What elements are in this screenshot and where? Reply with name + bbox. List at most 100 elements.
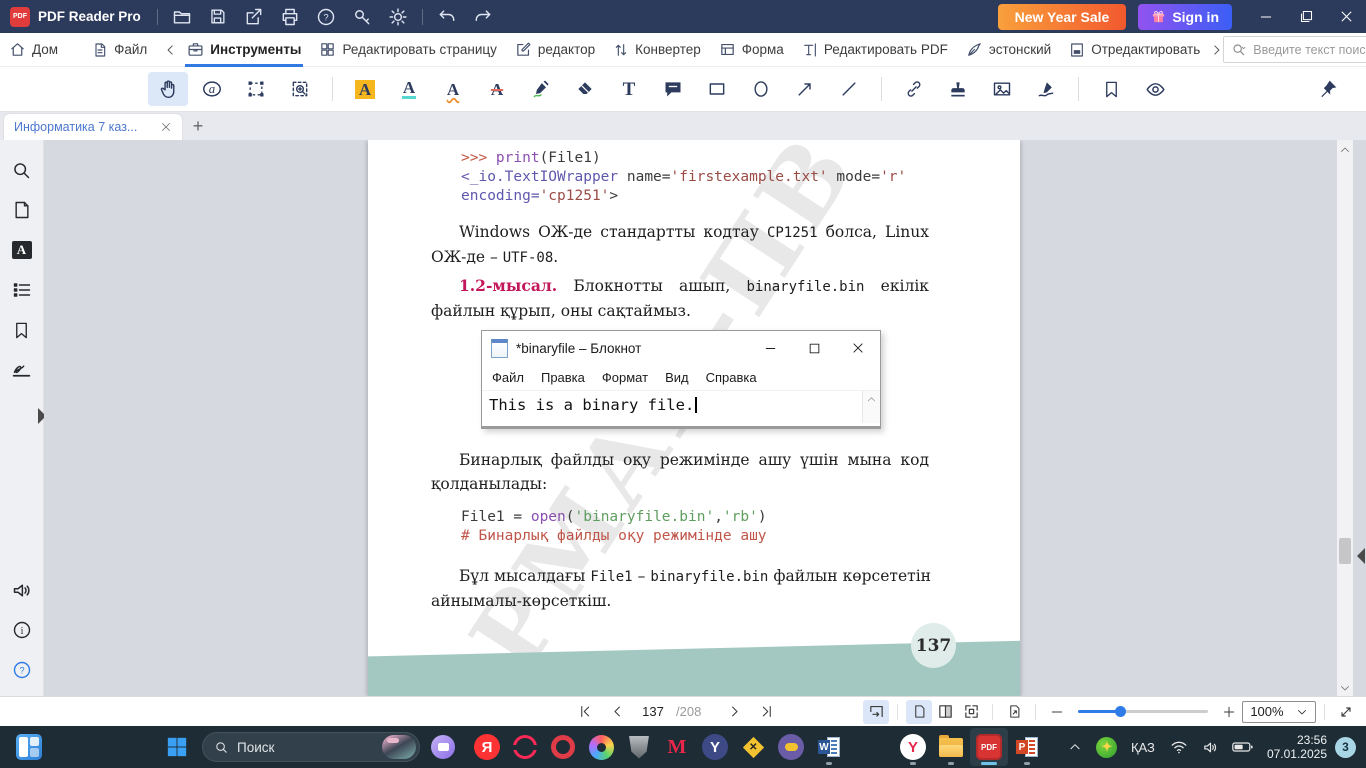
strikeout-tool[interactable]: A (477, 72, 517, 106)
notification-badge[interactable]: 3 (1335, 737, 1356, 758)
underline-tool[interactable]: A (389, 72, 429, 106)
tray-language-button[interactable]: ҚАЗ (1125, 728, 1161, 766)
last-page-button[interactable] (753, 700, 779, 724)
tray-clock[interactable]: 23:5607.01.2025 (1267, 733, 1327, 761)
fit-page-button[interactable] (1001, 700, 1027, 724)
zoom-slider-thumb[interactable] (1115, 706, 1126, 717)
taskbar-powerpoint-button[interactable]: P (1008, 728, 1046, 766)
single-page-button[interactable] (906, 700, 932, 724)
taskbar-search[interactable]: Поиск (202, 732, 420, 762)
zoom-area-tool[interactable] (280, 72, 320, 106)
scroll-down-arrow[interactable] (1339, 678, 1351, 694)
minimize-button[interactable] (1246, 0, 1286, 33)
save-button[interactable] (200, 0, 236, 33)
document-tab[interactable]: Информатика 7 каз... (3, 113, 183, 140)
tray-volume-button[interactable] (1197, 728, 1225, 766)
new-tab-button[interactable]: + (183, 113, 213, 140)
zoom-slider[interactable] (1078, 710, 1208, 713)
first-page-button[interactable] (572, 700, 598, 724)
taskbar-games-button[interactable] (772, 728, 810, 766)
share-button[interactable] (236, 0, 272, 33)
document-viewer[interactable]: АРМАН-ПВ б >>> print(File1)<_io.TextIOWr… (44, 140, 1366, 696)
zoom-in-button[interactable] (1216, 700, 1242, 724)
menu-scroll-left[interactable] (164, 33, 178, 67)
taskbar-yandex-browser-button[interactable]: Y (894, 728, 932, 766)
tab-close-button[interactable] (160, 121, 172, 133)
bookmark-tool[interactable] (1091, 72, 1131, 106)
note-tool[interactable] (653, 72, 693, 106)
menu-edit-page[interactable]: Редактировать страницу (310, 33, 505, 67)
sign-in-button[interactable]: Sign in (1138, 4, 1232, 30)
taskbar-pdf-reader-button[interactable]: PDF (970, 728, 1008, 766)
ellipse-tool[interactable] (741, 72, 781, 106)
fullscreen-button[interactable] (1333, 700, 1359, 724)
marquee-select-tool[interactable] (236, 72, 276, 106)
menu-redact[interactable]: Отредактировать (1060, 33, 1209, 67)
password-button[interactable] (344, 0, 380, 33)
taskbar-opera-button[interactable] (544, 728, 582, 766)
line-tool[interactable] (829, 72, 869, 106)
sidebar-help-button[interactable]: ? (2, 650, 42, 690)
menu-form[interactable]: Форма (710, 33, 793, 67)
menu-edit-pdf[interactable]: Редактировать PDF (793, 33, 957, 67)
eraser-tool[interactable] (565, 72, 605, 106)
rectangle-tool[interactable] (697, 72, 737, 106)
sidebar-info-button[interactable]: i (2, 610, 42, 650)
sidebar-search-button[interactable] (2, 150, 42, 190)
search-input[interactable] (1253, 43, 1366, 57)
right-panel-expander[interactable] (1357, 548, 1365, 564)
hand-tool[interactable] (148, 72, 188, 106)
sidebar-readaloud-button[interactable] (2, 570, 42, 610)
menu-home[interactable]: Дом (0, 33, 67, 67)
taskbar-wot-button[interactable] (620, 728, 658, 766)
sidebar-bookmarks-button[interactable] (2, 310, 42, 350)
taskbar-word-button[interactable]: W (810, 728, 848, 766)
menu-estonian[interactable]: эстонский (957, 33, 1060, 67)
signature-tool[interactable] (1026, 72, 1066, 106)
sidebar-outline-button[interactable] (2, 270, 42, 310)
taskbar-start-button[interactable] (158, 728, 196, 766)
highlight-tool[interactable]: A (345, 72, 385, 106)
new-year-sale-button[interactable]: New Year Sale (998, 4, 1127, 30)
scrollbar-thumb[interactable] (1339, 538, 1351, 564)
taskbar-gold-button[interactable]: ✕ (734, 728, 772, 766)
close-button[interactable] (1326, 0, 1366, 33)
menu-editor[interactable]: редактор (506, 33, 604, 67)
taskbar-market-button[interactable]: М (658, 728, 696, 766)
taskbar-yandex-ya-button[interactable]: Я (468, 728, 506, 766)
stamp-tool[interactable] (938, 72, 978, 106)
text-box-tool[interactable]: T (609, 72, 649, 106)
fit-width-button[interactable] (863, 700, 889, 724)
vertical-scrollbar[interactable] (1337, 140, 1353, 696)
sidebar-signatures-button[interactable] (2, 350, 42, 390)
pin-toolbar-button[interactable] (1308, 72, 1348, 106)
two-page-button[interactable] (932, 700, 958, 724)
tray-wifi-button[interactable] (1165, 728, 1193, 766)
zoom-out-button[interactable] (1044, 700, 1070, 724)
menu-scroll-right[interactable] (1209, 33, 1223, 67)
tray-hidden-icons-button[interactable] (1061, 728, 1089, 766)
freehand-pen-tool[interactable] (521, 72, 561, 106)
settings-button[interactable] (380, 0, 416, 33)
open-file-button[interactable] (164, 0, 200, 33)
image-tool[interactable] (982, 72, 1022, 106)
menu-tools[interactable]: Инструменты (178, 33, 310, 67)
print-button[interactable] (272, 0, 308, 33)
undo-button[interactable] (429, 0, 465, 33)
taskbar-photos-button[interactable] (582, 728, 620, 766)
multi-page-button[interactable] (958, 700, 984, 724)
menu-file[interactable]: Файл (83, 33, 156, 67)
maximize-button[interactable] (1286, 0, 1326, 33)
help-button[interactable]: ? (308, 0, 344, 33)
taskbar-y-app-button[interactable]: Y (696, 728, 734, 766)
zoom-level-select[interactable]: 100% (1242, 701, 1316, 723)
page-number-input[interactable] (636, 704, 670, 719)
arrow-tool[interactable] (785, 72, 825, 106)
link-tool[interactable] (894, 72, 934, 106)
scroll-up-arrow[interactable] (1339, 140, 1351, 156)
next-page-button[interactable] (721, 700, 747, 724)
squiggly-tool[interactable]: A (433, 72, 473, 106)
search-box[interactable] (1223, 36, 1366, 63)
redo-button[interactable] (465, 0, 501, 33)
select-text-tool[interactable]: a (192, 72, 232, 106)
